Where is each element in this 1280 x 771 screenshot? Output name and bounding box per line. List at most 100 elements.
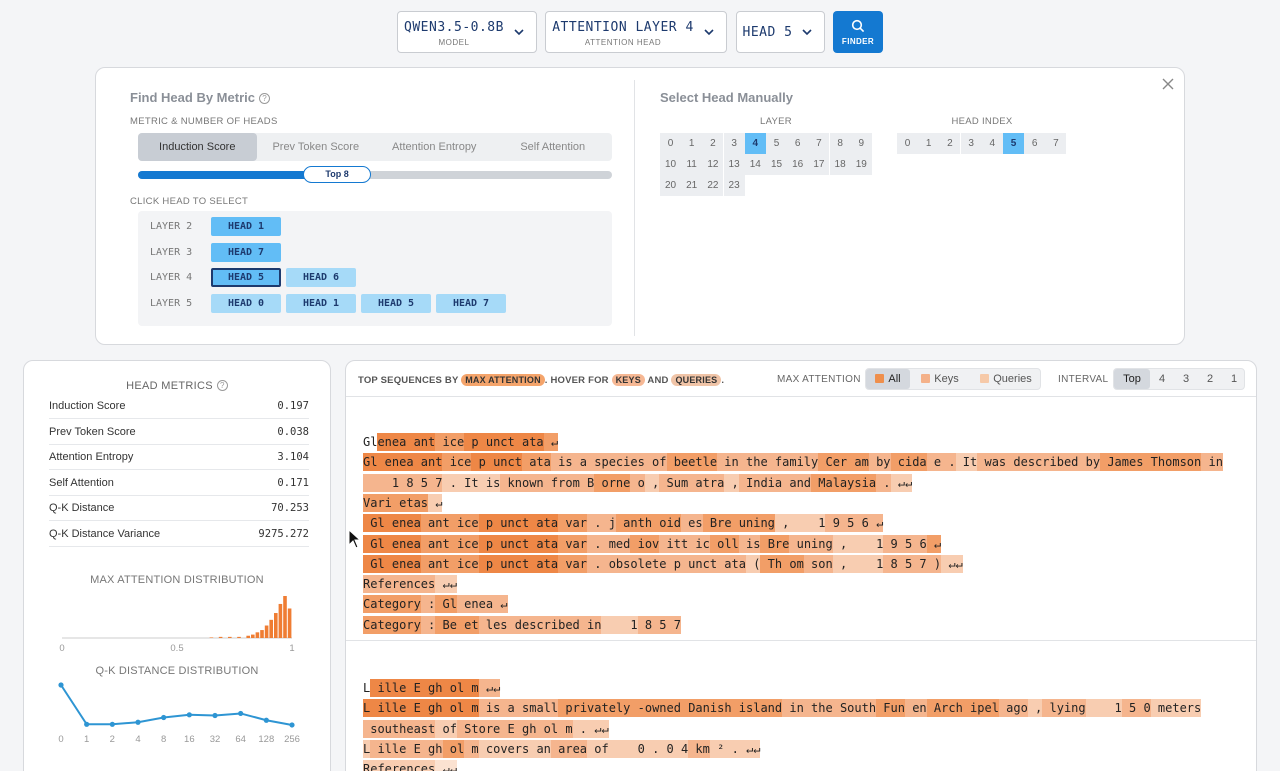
token[interactable]: B xyxy=(579,473,595,492)
token[interactable]: ipel xyxy=(962,699,999,718)
layer-cell[interactable]: 21 xyxy=(681,175,703,197)
layer-cell[interactable]: 1 xyxy=(681,133,703,154)
token[interactable]: . xyxy=(724,739,739,758)
layer-cell[interactable]: 13 xyxy=(723,154,745,176)
token[interactable]: ata xyxy=(529,534,559,553)
layer-cell[interactable]: 20 xyxy=(660,175,681,197)
token[interactable]: in xyxy=(579,615,602,634)
token[interactable]: . xyxy=(644,739,660,758)
token[interactable]: L xyxy=(363,739,371,758)
token[interactable]: ↵↵ xyxy=(941,554,963,573)
token[interactable]: var xyxy=(558,554,588,573)
token[interactable]: ata xyxy=(529,554,559,573)
head-candidate-button[interactable]: HEAD 1 xyxy=(286,293,356,313)
token[interactable]: oll xyxy=(709,534,739,553)
token[interactable]: ice xyxy=(442,453,472,472)
layer-cell[interactable]: 5 xyxy=(766,133,787,154)
token[interactable]: itt xyxy=(659,534,689,553)
layer-cell[interactable]: 23 xyxy=(723,175,745,197)
token[interactable]: p xyxy=(471,453,486,472)
token[interactable]: Arch xyxy=(926,699,963,718)
token[interactable]: enea xyxy=(377,453,414,472)
token[interactable]: ant xyxy=(413,453,443,472)
token[interactable]: Fun xyxy=(876,699,905,718)
close-icon[interactable] xyxy=(1160,76,1176,92)
token[interactable]: in xyxy=(782,699,804,718)
attention-mode-queries-button[interactable]: Queries xyxy=(970,369,1042,389)
token[interactable]: unct xyxy=(493,534,530,553)
token[interactable]: om xyxy=(782,554,804,573)
token[interactable]: E xyxy=(406,679,421,697)
token[interactable]: enea xyxy=(384,514,421,533)
token[interactable]: Malaysia xyxy=(811,473,877,492)
token[interactable]: unct xyxy=(485,453,522,472)
token[interactable]: Thomson xyxy=(1143,453,1202,472)
layer-cell[interactable]: 4 xyxy=(744,133,766,154)
topk-slider[interactable]: Top 8 xyxy=(138,166,612,183)
token[interactable]: E xyxy=(406,739,421,758)
token[interactable]: unct xyxy=(493,554,530,573)
token[interactable]: . xyxy=(442,473,457,492)
layer-cell[interactable]: 3 xyxy=(723,133,745,154)
layer-select[interactable]: ATTENTION LAYER 4 ATTENTION HEAD xyxy=(545,11,727,53)
token[interactable]: Gl xyxy=(363,433,377,451)
token[interactable]: en xyxy=(904,699,927,718)
token[interactable]: 5 xyxy=(897,534,913,553)
token[interactable]: ↵↵ xyxy=(478,679,501,697)
layer-cell[interactable]: 7 xyxy=(808,133,830,154)
token[interactable]: es xyxy=(680,514,703,533)
metric-tab[interactable]: Attention Entropy xyxy=(375,133,494,161)
token[interactable]: 5 xyxy=(652,615,667,634)
token[interactable]: 1 xyxy=(1085,699,1122,718)
layer-cell[interactable]: 12 xyxy=(702,154,724,176)
token[interactable]: L xyxy=(363,699,371,718)
token[interactable]: ant xyxy=(420,514,450,533)
token[interactable]: gh xyxy=(420,679,443,697)
token[interactable]: of xyxy=(587,739,609,758)
token[interactable]: atra xyxy=(688,473,725,492)
token[interactable]: var xyxy=(558,514,588,533)
token[interactable]: E xyxy=(406,699,421,718)
token[interactable]: 4 xyxy=(673,739,689,758)
token[interactable]: 9 xyxy=(883,534,898,553)
token[interactable]: is xyxy=(478,473,501,492)
token[interactable]: Gl xyxy=(363,554,385,573)
token[interactable]: ice xyxy=(449,514,479,533)
interval-button[interactable]: Top xyxy=(1114,369,1150,389)
token[interactable]: ille xyxy=(370,699,407,718)
token[interactable]: Bre xyxy=(760,534,790,553)
token[interactable]: m xyxy=(558,719,573,738)
token[interactable]: an xyxy=(529,739,551,758)
token[interactable]: 1 xyxy=(847,554,884,573)
token[interactable]: Cer xyxy=(818,453,848,472)
interval-button[interactable]: 4 xyxy=(1150,369,1174,389)
token[interactable]: was xyxy=(977,453,1007,472)
token[interactable]: It xyxy=(955,453,978,472)
token[interactable]: var xyxy=(558,534,588,553)
token[interactable]: Th xyxy=(760,554,783,573)
token[interactable]: Danish xyxy=(680,699,732,718)
token[interactable]: gh xyxy=(420,739,443,758)
token[interactable]: . xyxy=(572,719,588,738)
token[interactable]: orne xyxy=(594,473,631,492)
token[interactable]: : xyxy=(420,615,436,634)
head-index-cell[interactable]: 3 xyxy=(960,133,982,154)
token[interactable]: 7 xyxy=(912,554,927,573)
token[interactable]: 8 xyxy=(399,473,414,492)
token[interactable]: , xyxy=(832,534,848,553)
head-index-cell[interactable]: 5 xyxy=(1003,133,1024,154)
token[interactable]: area xyxy=(550,739,588,758)
token[interactable]: etas xyxy=(391,493,429,512)
token[interactable]: 9 xyxy=(825,514,840,533)
token[interactable]: am xyxy=(847,453,869,472)
token[interactable]: 5 xyxy=(1121,699,1137,718)
token[interactable]: L xyxy=(363,679,370,697)
layer-cell[interactable]: 0 xyxy=(660,133,681,154)
token[interactable]: . xyxy=(941,453,956,472)
token[interactable]: covers xyxy=(478,739,530,758)
head-candidate-button[interactable]: HEAD 5 xyxy=(211,268,281,287)
token[interactable]: enea xyxy=(377,433,407,451)
token[interactable]: , xyxy=(832,554,848,573)
token[interactable]: known xyxy=(500,473,544,492)
token[interactable]: unct xyxy=(680,554,718,573)
